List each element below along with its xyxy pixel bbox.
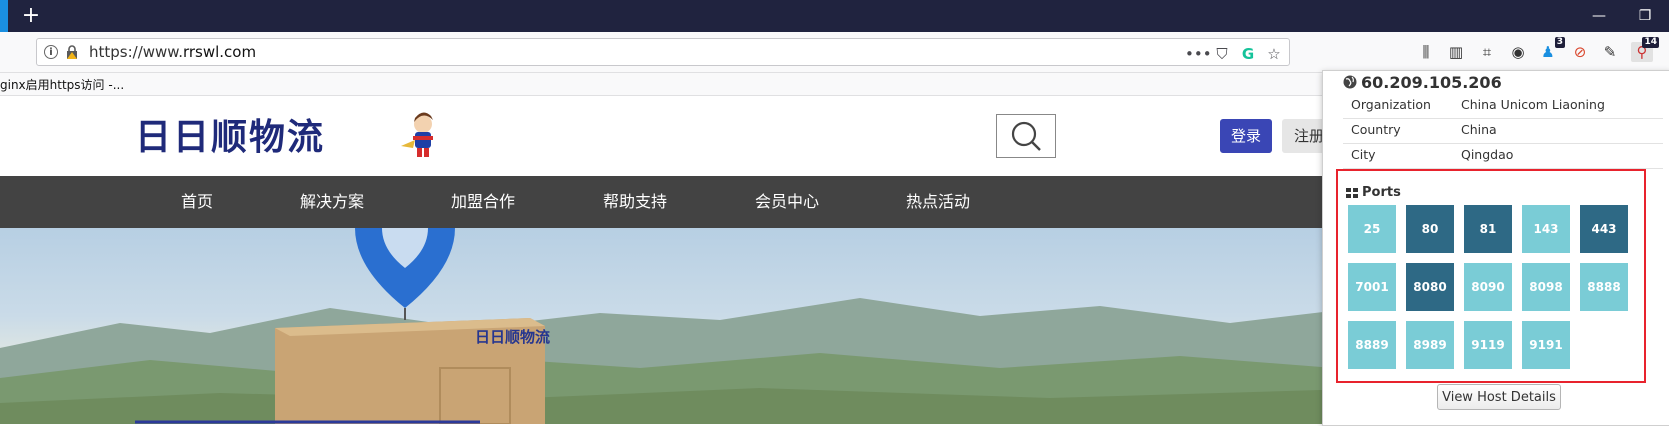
info-label: City (1351, 147, 1376, 162)
notification-count-badge: 3 (1554, 37, 1565, 48)
host-ip-address: 60.209.105.206 (1361, 73, 1502, 92)
menu-item-hot-events[interactable]: 热点活动 (906, 176, 970, 228)
search-icon (1011, 121, 1041, 151)
navigation-toolbar: i https://www.rrswl.com ••• ⛉ G ☆ ⫼ ▥ ⌗ … (0, 32, 1669, 73)
evernote-icon[interactable]: ✎ (1599, 42, 1621, 62)
port-tile[interactable]: 143 (1522, 205, 1570, 253)
shodan-count-badge: 14 (1642, 37, 1659, 48)
port-tile[interactable]: 8889 (1348, 321, 1396, 369)
port-tile[interactable]: 9119 (1464, 321, 1512, 369)
restore-button[interactable]: ❐ (1633, 6, 1657, 26)
info-value: China Unicom Liaoning (1461, 97, 1605, 112)
port-tile[interactable]: 8888 (1580, 263, 1628, 311)
ports-section: Ports 25 80 81 143 443 7001 8080 8090 8098 8888 88… (1336, 169, 1646, 383)
login-button[interactable]: 登录 (1220, 119, 1272, 153)
menu-item-home[interactable]: 首页 (181, 176, 213, 228)
active-tab-indicator (0, 0, 8, 32)
sidebar-icon[interactable]: ▥ (1445, 42, 1467, 62)
menu-item-solutions[interactable]: 解决方案 (300, 176, 364, 228)
menu-item-franchise[interactable]: 加盟合作 (451, 176, 515, 228)
bookmark-star-icon[interactable]: ☆ (1265, 45, 1283, 63)
globe-icon (1343, 75, 1357, 89)
port-tile[interactable]: 80 (1406, 205, 1454, 253)
port-tile[interactable]: 7001 (1348, 263, 1396, 311)
grammarly-icon[interactable]: G (1239, 45, 1257, 63)
info-label: Organization (1351, 97, 1431, 112)
info-row-country: Country China (1343, 118, 1663, 144)
pocket-icon[interactable]: ⛉ (1213, 45, 1231, 63)
tab-strip: + — ❐ (0, 0, 1669, 32)
menu-item-member-center[interactable]: 会员中心 (755, 176, 819, 228)
view-host-details-button[interactable]: View Host Details (1437, 384, 1561, 410)
account-icon[interactable]: ◉ (1507, 42, 1529, 62)
bookmark-item[interactable]: ginx启用https访问 -... (0, 76, 124, 93)
info-row-city: City Qingdao (1343, 143, 1663, 169)
new-tab-button[interactable]: + (18, 3, 44, 29)
extension-notification-icon[interactable]: ♟ 3 (1537, 37, 1565, 62)
info-value: Qingdao (1461, 147, 1514, 162)
mascot-illustration (401, 112, 433, 157)
minimize-button[interactable]: — (1587, 6, 1611, 26)
lock-icon[interactable] (66, 45, 78, 60)
shodan-extension-icon[interactable]: ⚲ 14 (1631, 37, 1659, 62)
page-actions-more-icon[interactable]: ••• (1185, 45, 1212, 63)
port-tile[interactable]: 81 (1464, 205, 1512, 253)
url-text[interactable]: https://www.rrswl.com (89, 43, 256, 61)
port-tile[interactable]: 9191 (1522, 321, 1570, 369)
port-tile[interactable]: 25 (1348, 205, 1396, 253)
port-tile[interactable]: 8080 (1406, 263, 1454, 311)
box-brand-text: 日日顺物流 (475, 328, 551, 346)
library-icon[interactable]: ⫼ (1415, 42, 1437, 62)
site-info-icon[interactable]: i (44, 45, 58, 59)
port-tile[interactable]: 8090 (1464, 263, 1512, 311)
url-bar[interactable]: i https://www.rrswl.com ••• ⛉ G ☆ (36, 38, 1290, 66)
screenshot-crop-icon[interactable]: ⌗ (1476, 42, 1498, 62)
url-prefix: https://www. (89, 43, 183, 61)
ports-title: Ports (1362, 185, 1401, 200)
info-label: Country (1351, 122, 1401, 137)
port-tile[interactable]: 8098 (1522, 263, 1570, 311)
url-host: rrswl.com (182, 43, 257, 61)
host-info-popup: 60.209.105.206 Organization China Unicom… (1322, 70, 1669, 426)
menu-item-help[interactable]: 帮助支持 (603, 176, 667, 228)
info-value: China (1461, 122, 1497, 137)
grid-icon (1346, 188, 1358, 198)
info-row-organization: Organization China Unicom Liaoning (1343, 93, 1663, 119)
blocker-extension-icon[interactable]: ⊘ (1569, 42, 1591, 62)
site-search-button[interactable] (996, 114, 1056, 158)
site-logo[interactable]: 日日顺物流 (135, 108, 325, 160)
port-tile[interactable]: 8989 (1406, 321, 1454, 369)
port-tile[interactable]: 443 (1580, 205, 1628, 253)
